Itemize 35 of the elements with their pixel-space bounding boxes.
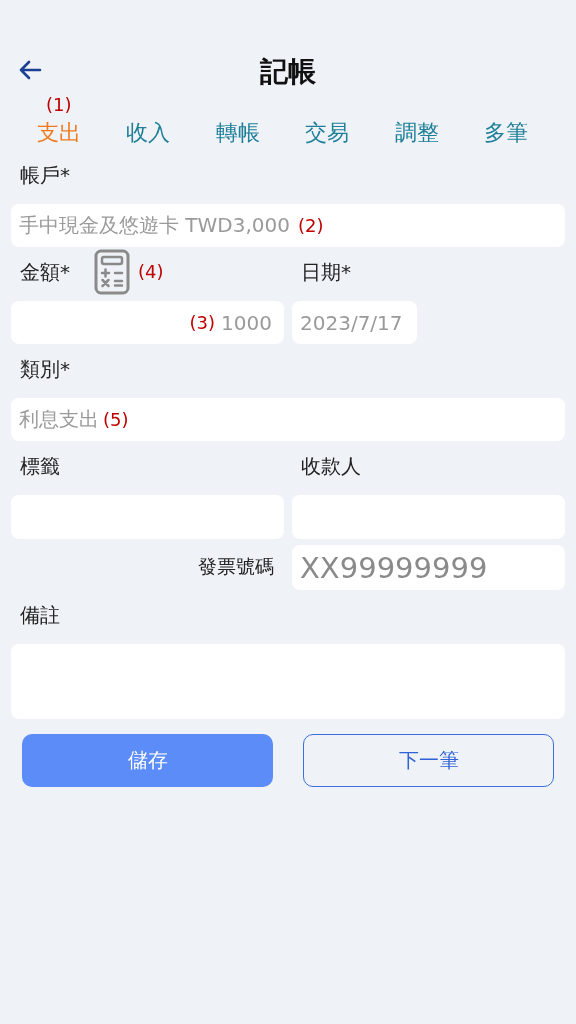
annotation-marker: (2)	[298, 214, 324, 237]
field-placeholder: 2023/7/17	[300, 310, 403, 335]
next-button[interactable]: 下一筆	[303, 734, 554, 787]
annotation-marker: (1)	[46, 94, 72, 116]
field-placeholder: 利息支出	[19, 406, 99, 433]
tab[interactable]: 收入	[126, 116, 171, 150]
save-button[interactable]: 儲存	[22, 734, 273, 787]
tab[interactable]: 多筆	[484, 116, 529, 150]
field-placeholder: 手中現金及悠遊卡 TWD3,000	[19, 212, 290, 239]
calculator-icon[interactable]	[94, 249, 130, 295]
field-label: 備註	[20, 601, 60, 629]
account-field[interactable]: 手中現金及悠遊卡 TWD3,000 (2)	[11, 204, 565, 247]
field-label: 類別*	[20, 355, 70, 383]
tab[interactable]: 交易	[305, 116, 350, 150]
date-field[interactable]: 2023/7/17	[292, 301, 417, 344]
field-label: 金額*	[20, 258, 70, 286]
field-label: 帳戶*	[20, 161, 70, 189]
annotation-marker: (5)	[103, 408, 129, 431]
category-field[interactable]: 利息支出 (5)	[11, 398, 565, 441]
annotation-marker: (4)	[138, 261, 164, 283]
field-placeholder: XX99999999	[300, 550, 488, 585]
tab[interactable]: 支出	[36, 116, 81, 150]
amount-field[interactable]: (3) 1000	[11, 301, 284, 344]
field-label: 日期*	[301, 258, 351, 286]
annotation-marker: (3)	[189, 311, 216, 334]
field-label: 收款人	[301, 452, 361, 480]
field-label: 標籤	[20, 452, 60, 480]
field-label: 發票號碼	[198, 554, 274, 579]
back-button[interactable]	[18, 60, 42, 80]
page-title: 記帳	[260, 54, 316, 90]
back-arrow-icon	[18, 60, 42, 80]
tab[interactable]: 調整	[394, 116, 439, 150]
field-placeholder: 1000	[221, 310, 272, 335]
tab[interactable]: 轉帳	[215, 116, 260, 150]
invoice-field[interactable]: XX99999999	[292, 545, 565, 590]
